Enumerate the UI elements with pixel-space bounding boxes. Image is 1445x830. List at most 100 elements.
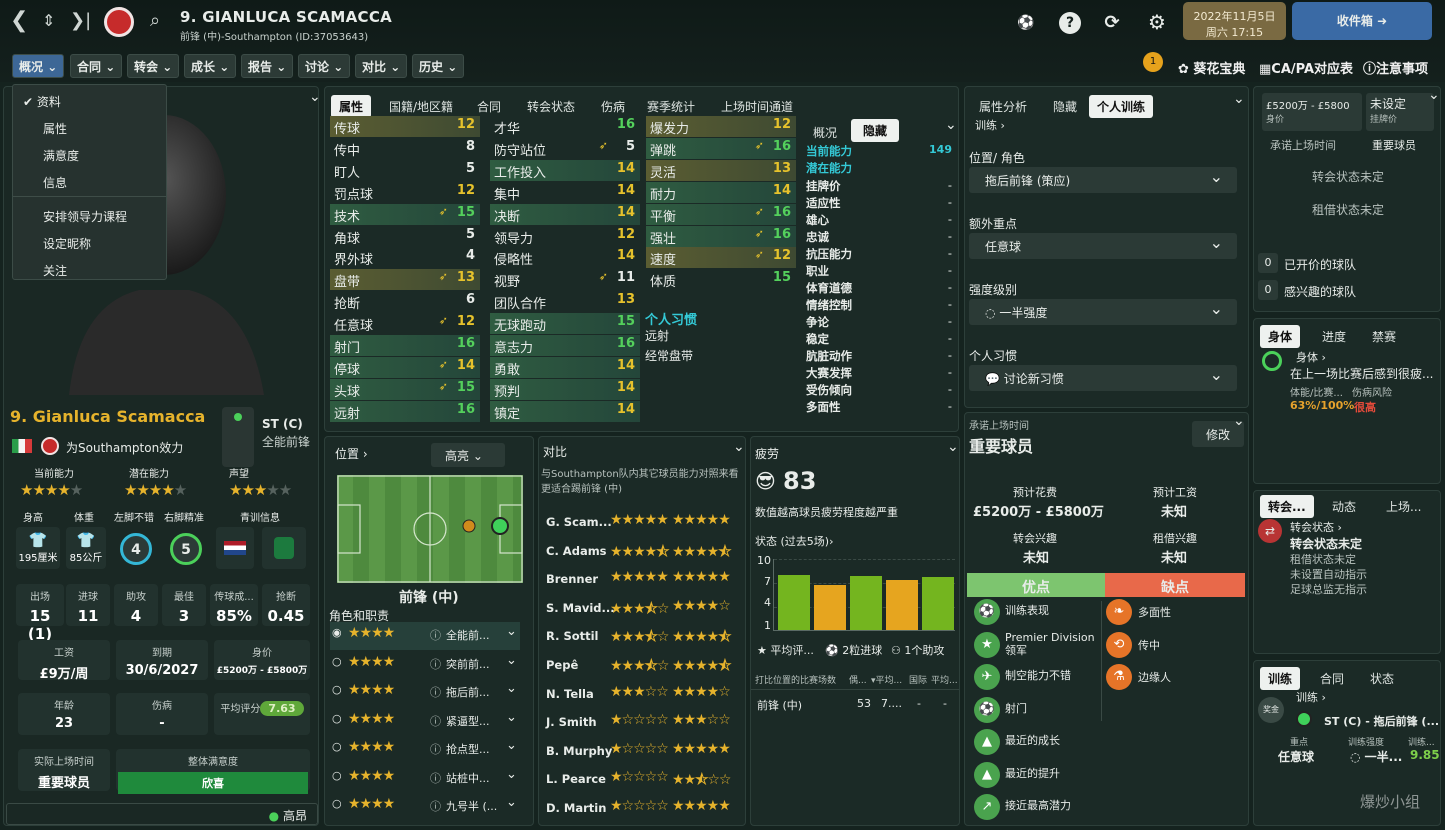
table-row[interactable]: 前锋 (中) 53 7.... - - (751, 689, 959, 717)
role-row[interactable]: ○ ★★★★ ⓘ 突前前... ⌄ (330, 651, 520, 679)
chevron-down-icon[interactable]: ⌄ (506, 681, 517, 696)
tab-injuries[interactable]: 伤病 (593, 95, 633, 118)
tab-contract[interactable]: 合同 (469, 95, 509, 118)
tab-individual-training[interactable]: 个人训练 (1089, 95, 1154, 118)
up-down-icon[interactable]: ⇕ (42, 11, 55, 30)
chevron-down-icon[interactable]: ⌄ (506, 710, 517, 725)
radio-icon[interactable]: ○ (332, 683, 342, 696)
role-row[interactable]: ○ ★★★★ ⓘ 抢点型... ⌄ (330, 736, 520, 764)
tab-dynamics[interactable]: 动态 (1324, 495, 1364, 518)
menu-overview[interactable]: 概况 ⌄ (12, 54, 65, 78)
position-title[interactable]: 位置 › (335, 445, 368, 462)
chevron-down-icon[interactable]: ⌄ (506, 738, 517, 753)
tab-nationality[interactable]: 国籍/地区籍 (381, 95, 461, 118)
info-icon[interactable]: ⓘ (430, 684, 441, 700)
tab-fitness[interactable]: 身体 (1260, 325, 1301, 348)
compare-row[interactable]: D. Martin ★☆☆☆☆ ★★★★★ (546, 796, 732, 824)
club-crest-icon[interactable] (104, 7, 134, 37)
forward-icon[interactable]: ❯| (70, 10, 91, 31)
ts-title[interactable]: 转会状态 › (1290, 519, 1342, 535)
focus-select[interactable]: 任意球 (969, 233, 1237, 259)
inbox-button[interactable]: 收件箱 ➜ (1292, 2, 1432, 40)
tab-contract-small[interactable]: 合同 (1312, 667, 1352, 690)
menu-compare[interactable]: 对比 ⌄ (355, 54, 408, 78)
compare-row[interactable]: G. Scam... ★★★★★ ★★★★★ (546, 510, 732, 538)
back-icon[interactable]: ❮ (10, 8, 28, 33)
tab-attribute-analysis[interactable]: 属性分析 (971, 95, 1035, 118)
chevron-down-icon[interactable]: ⌄ (733, 439, 745, 455)
tr-title[interactable]: 训练 › (1296, 689, 1326, 705)
role-row[interactable]: ○ ★★★★ ⓘ 拖后前... ⌄ (330, 679, 520, 707)
chevron-down-icon[interactable]: ⌄ (506, 795, 517, 810)
offers-label[interactable]: 已开价的球队 (1284, 256, 1356, 273)
interest-label[interactable]: 感兴趣的球队 (1284, 283, 1356, 300)
chevron-down-icon[interactable]: ⌄ (1233, 413, 1245, 429)
menu-contract[interactable]: 合同 ⌄ (70, 54, 123, 78)
menu-history[interactable]: 历史 ⌄ (412, 54, 465, 78)
info-icon[interactable]: ⓘ (430, 741, 441, 757)
menu-transfer[interactable]: 转会 ⌄ (127, 54, 180, 78)
dropdown-item-info[interactable]: 信息 (13, 166, 166, 193)
tab-hidden[interactable]: 隐藏 (851, 119, 900, 142)
notification-badge[interactable]: 1 (1143, 52, 1163, 72)
training-breadcrumb[interactable]: 训练 › (975, 117, 1005, 133)
radio-icon[interactable]: ○ (332, 769, 342, 782)
radio-icon[interactable]: ○ (332, 655, 342, 668)
compare-row[interactable]: J. Smith ★☆☆☆☆ ★★★☆☆ (546, 710, 732, 738)
tab-hidden-overview[interactable]: 概况 (805, 121, 845, 144)
value-card[interactable]: £5200万 - £5800 身价 (1262, 93, 1362, 131)
chevron-down-icon[interactable]: ⌄ (506, 653, 517, 668)
info-icon[interactable]: ⓘ (430, 656, 441, 672)
dropdown-item-nickname[interactable]: 设定昵称 (13, 227, 166, 254)
link-guide[interactable]: ✿ 葵花宝典 (1178, 58, 1245, 77)
radio-icon[interactable]: ○ (332, 712, 342, 725)
role-row[interactable]: ○ ★★★★ ⓘ 九号半 (... ⌄ (330, 793, 520, 821)
tab-progress[interactable]: 进度 (1314, 325, 1354, 348)
tab-transfer-status[interactable]: 转会状态 (519, 95, 583, 118)
tab-playing-time[interactable]: 上场时间通道 (713, 95, 801, 118)
form-status-title[interactable]: 状态 (过去5场)› (755, 533, 833, 549)
search-icon[interactable]: ⌕ (150, 10, 160, 31)
highlight-select[interactable]: 高亮 ⌄ (431, 443, 505, 467)
compare-row[interactable]: Brenner ★★★★★ ★★★★★ (546, 567, 732, 595)
chevron-down-icon[interactable]: ⌄ (506, 624, 517, 639)
dropdown-item-leadership[interactable]: 安排领导力课程 (13, 200, 166, 227)
link-notes[interactable]: ⓘ注意事项 (1363, 58, 1428, 77)
tab-hidden-analysis[interactable]: 隐藏 (1045, 95, 1085, 118)
tab-attributes[interactable]: 属性 (331, 95, 372, 118)
compare-row[interactable]: N. Tella ★★★☆☆ ★★★★☆ (546, 682, 732, 710)
dropdown-item-profile[interactable]: ✔ 资料 (13, 85, 166, 112)
chevron-down-icon[interactable]: ⌄ (506, 767, 517, 782)
radio-icon[interactable]: ○ (332, 797, 342, 810)
tab-playing[interactable]: 上场... (1378, 495, 1429, 518)
tab-suspension[interactable]: 禁赛 (1364, 325, 1404, 348)
compare-row[interactable]: R. Sottil ★★★⯪☆ ★★★★⯪ (546, 624, 732, 652)
tab-status[interactable]: 状态 (1362, 667, 1402, 690)
asking-price-card[interactable]: 未设定 挂牌价 (1366, 93, 1434, 131)
chevron-down-icon[interactable]: ⌄ (1428, 87, 1440, 103)
info-icon[interactable]: ⓘ (430, 798, 441, 814)
info-icon[interactable]: ⓘ (430, 770, 441, 786)
compare-row[interactable]: B. Murphy ★☆☆☆☆ ★★★★★ (546, 739, 732, 767)
info-icon[interactable]: ⓘ (430, 627, 441, 643)
settings-icon[interactable]: ⚙ (1146, 11, 1168, 33)
habit-select[interactable]: 💬 讨论新习惯 (969, 365, 1237, 391)
fitness-title[interactable]: 身体 › (1296, 349, 1326, 365)
role-row[interactable]: ○ ★★★★ ⓘ 紧逼型... ⌄ (330, 708, 520, 736)
compare-row[interactable]: Pepê ★★★⯪☆ ★★★★⯪ (546, 653, 732, 681)
chevron-down-icon[interactable]: ⌄ (309, 89, 318, 105)
chevron-down-icon[interactable]: ⌄ (947, 439, 959, 455)
role-row[interactable]: ○ ★★★★ ⓘ 站桩中... ⌄ (330, 765, 520, 793)
compare-row[interactable]: C. Adams ★★★★⯪ ★★★★⯪ (546, 539, 732, 567)
tab-season-stats[interactable]: 赛季统计 (639, 95, 703, 118)
link-capa[interactable]: ▦CA/PA对应表 (1259, 58, 1353, 77)
compare-row[interactable]: L. Pearce ★☆☆☆☆ ★★⯪☆☆ (546, 767, 732, 795)
menu-development[interactable]: 成长 ⌄ (184, 54, 237, 78)
tab-transfer[interactable]: 转会... (1260, 495, 1314, 518)
role-row[interactable]: ◉ ★★★★ ⓘ 全能前... ⌄ (330, 622, 520, 650)
tab-training[interactable]: 训练 (1260, 667, 1301, 690)
pos-role-select[interactable]: 拖后前锋 (策应) (969, 167, 1237, 193)
dropdown-item-happiness[interactable]: 满意度 (13, 139, 166, 166)
intensity-select[interactable]: ◌ 一半强度 (969, 299, 1237, 325)
help-icon[interactable]: ? (1059, 12, 1081, 34)
